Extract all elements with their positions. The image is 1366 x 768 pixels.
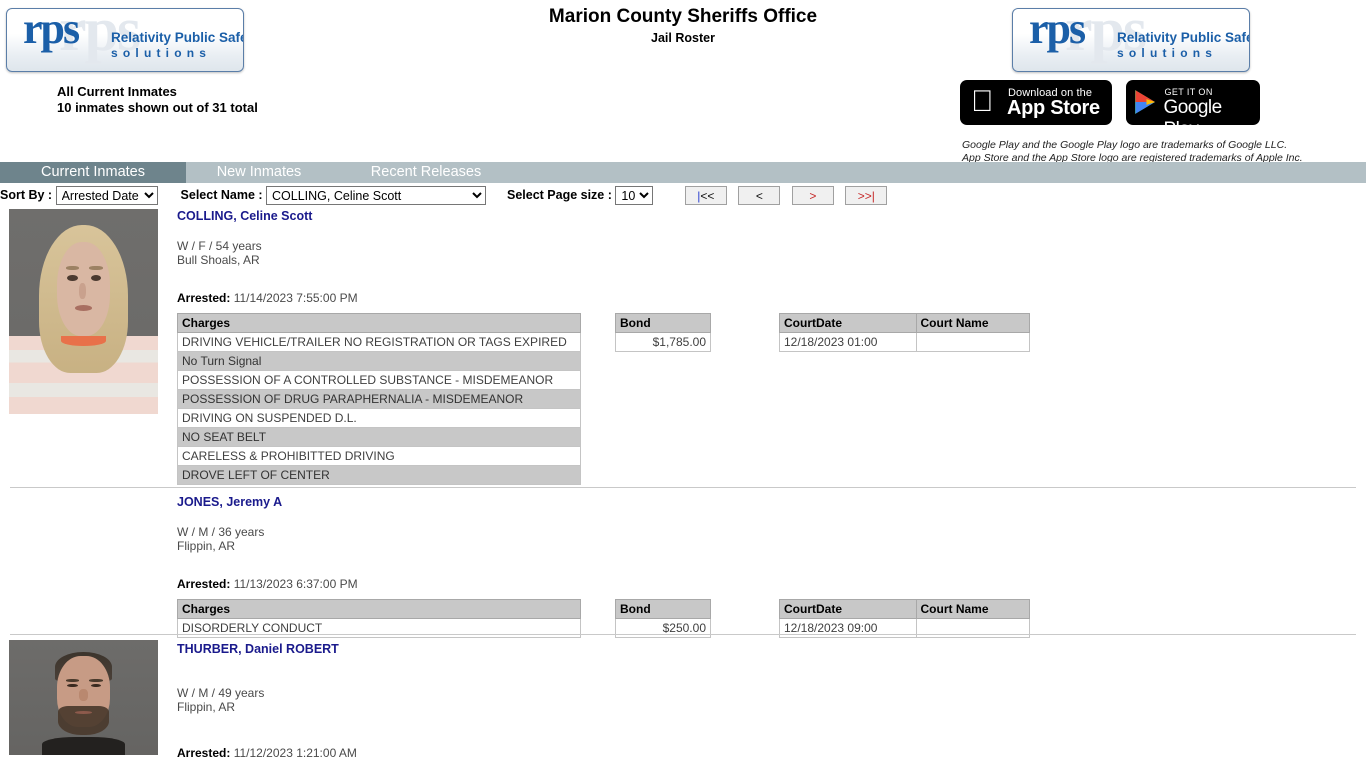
- court-table: CourtDate Court Name 12/18/2023 09:00: [779, 599, 1030, 638]
- courtdate-cell: 12/18/2023 01:00: [779, 332, 917, 352]
- inmate-name-link[interactable]: THURBER, Daniel ROBERT: [177, 642, 357, 656]
- courtname-header: Court Name: [915, 313, 1030, 333]
- inmate-record: COLLING, Celine Scott W / F / 54 years B…: [0, 205, 1366, 489]
- inmate-arrested: Arrested: 11/14/2023 7:55:00 PM: [177, 291, 358, 305]
- arrested-value: 11/12/2023 1:21:00 AM: [233, 746, 357, 760]
- courtname-cell: [915, 332, 1030, 352]
- charge-cell: NO SEAT BELT: [177, 427, 581, 447]
- inmate-arrested: Arrested: 11/12/2023 1:21:00 AM: [177, 746, 357, 760]
- inmate-race-sex-age: W / F / 54 years: [177, 239, 262, 253]
- charges-table: Charges DRIVING VEHICLE/TRAILER NO REGIS…: [177, 313, 581, 485]
- tab-current-inmates[interactable]: Current Inmates: [0, 162, 186, 183]
- tab-recent-releases[interactable]: Recent Releases: [346, 162, 506, 183]
- inmate-city: Bull Shoals, AR: [177, 253, 260, 267]
- app-store-badge[interactable]:  Download on the App Store: [960, 80, 1112, 125]
- inmate-city: Flippin, AR: [177, 700, 236, 714]
- table-row: No Turn Signal: [177, 351, 581, 371]
- charge-cell: DRIVING VEHICLE/TRAILER NO REGISTRATION …: [177, 332, 581, 352]
- bond-cell: $1,785.00: [615, 332, 711, 352]
- trademark-line-1: Google Play and the Google Play logo are…: [962, 139, 1288, 151]
- charge-cell: DROVE LEFT OF CENTER: [177, 465, 581, 485]
- app-store-badge-large-text: App Store: [1007, 97, 1100, 119]
- first-page-button[interactable]: |<<: [684, 186, 727, 205]
- inmate-mugshot: [9, 640, 158, 755]
- trademark-notice: Google Play and the Google Play logo are…: [962, 139, 1303, 164]
- inmate-demographics: W / M / 36 years Flippin, AR: [177, 525, 358, 553]
- rps-logo-tagline-1-right: Relativity Public Safety: [1117, 30, 1249, 45]
- courtdate-header: CourtDate: [779, 599, 917, 619]
- select-name-label: Select Name :: [180, 187, 263, 202]
- table-row: CARELESS & PROHIBITTED DRIVING: [177, 446, 581, 466]
- inmate-race-sex-age: W / M / 36 years: [177, 525, 265, 539]
- rps-logo-right: rps rps Relativity Public Safety solutio…: [1012, 8, 1250, 72]
- inmate-demographics: W / M / 49 years Flippin, AR: [177, 686, 357, 714]
- next-page-button[interactable]: >: [791, 186, 834, 205]
- inmate-name-link[interactable]: JONES, Jeremy A: [177, 495, 358, 509]
- table-row: DROVE LEFT OF CENTER: [177, 465, 581, 485]
- bond-header: Bond: [615, 313, 711, 333]
- tab-new-inmates[interactable]: New Inmates: [186, 162, 332, 183]
- google-play-badge-small-text: GET IT ON: [1164, 87, 1213, 97]
- charge-cell: POSSESSION OF DRUG PARAPHERNALIA - MISDE…: [177, 389, 581, 409]
- roster-summary-line-1: All Current Inmates: [57, 84, 177, 99]
- google-play-badge-large-text: Google Play: [1163, 97, 1222, 140]
- courtname-header: Court Name: [915, 599, 1030, 619]
- mugshot-photo: [9, 640, 158, 755]
- charges-header: Charges: [177, 313, 581, 333]
- sort-by-label: Sort By :: [0, 187, 53, 202]
- page-size-select[interactable]: 10: [615, 186, 654, 205]
- google-play-badge[interactable]: GET IT ON Google Play: [1126, 80, 1261, 140]
- filter-toolbar: Sort By : Arrested Date Select Name : CO…: [0, 183, 1366, 205]
- inmate-record: THURBER, Daniel ROBERT W / M / 49 years …: [0, 635, 1366, 760]
- inmate-arrested: Arrested: 11/13/2023 6:37:00 PM: [177, 577, 358, 591]
- rps-logo-tagline-2-right: solutions: [1117, 46, 1218, 60]
- record-divider: [10, 487, 1356, 488]
- arrested-label: Arrested:: [177, 291, 231, 305]
- prev-page-button[interactable]: <: [738, 186, 781, 205]
- arrested-value: 11/13/2023 6:37:00 PM: [233, 577, 358, 591]
- table-row: NO SEAT BELT: [177, 427, 581, 447]
- arrested-label: Arrested:: [177, 746, 231, 760]
- tab-bar: Current Inmates New Inmates Recent Relea…: [0, 162, 1366, 183]
- charges-table: Charges DISORDERLY CONDUCT: [177, 599, 581, 638]
- sort-by-select[interactable]: Arrested Date: [55, 186, 158, 205]
- roster-summary-line-2: 10 inmates shown out of 31 total: [57, 100, 258, 115]
- inmate-name-link[interactable]: COLLING, Celine Scott: [177, 209, 358, 223]
- mugshot-photo: [9, 209, 158, 414]
- bond-table: Bond $1,785.00: [615, 313, 711, 352]
- bond-header: Bond: [615, 599, 711, 619]
- inmate-race-sex-age: W / M / 49 years: [177, 686, 265, 700]
- inmate-mugshot: [9, 209, 158, 414]
- inmate-list: COLLING, Celine Scott W / F / 54 years B…: [0, 205, 1366, 760]
- app-store-badges:  Download on the App Store GET IT ON Go…: [960, 80, 1261, 140]
- charge-cell: DRIVING ON SUSPENDED D.L.: [177, 408, 581, 428]
- page-header: rps rps Relativity Public Safety solutio…: [0, 0, 1366, 164]
- page-size-label: Select Page size :: [506, 187, 612, 202]
- bond-table: Bond $250.00: [615, 599, 711, 638]
- charge-cell: No Turn Signal: [177, 351, 581, 371]
- court-table: CourtDate Court Name 12/18/2023 01:00: [779, 313, 1030, 352]
- rps-logo-tagline-2: solutions: [111, 46, 212, 60]
- last-page-button[interactable]: >>|: [845, 186, 888, 205]
- courtdate-header: CourtDate: [779, 313, 917, 333]
- table-row: POSSESSION OF DRUG PARAPHERNALIA - MISDE…: [177, 389, 581, 409]
- arrested-value: 11/14/2023 7:55:00 PM: [233, 291, 358, 305]
- select-name-dropdown[interactable]: COLLING, Celine Scott: [266, 186, 487, 205]
- apple-icon: : [971, 85, 994, 118]
- arrested-label: Arrested:: [177, 577, 231, 591]
- table-row: $1,785.00: [615, 332, 711, 352]
- inmate-city: Flippin, AR: [177, 539, 236, 553]
- charge-cell: CARELESS & PROHIBITTED DRIVING: [177, 446, 581, 466]
- roster-summary: All Current Inmates 10 inmates shown out…: [57, 84, 258, 116]
- table-row: DRIVING VEHICLE/TRAILER NO REGISTRATION …: [177, 332, 581, 352]
- table-row: 12/18/2023 01:00: [779, 332, 1030, 352]
- charges-header: Charges: [177, 599, 581, 619]
- table-row: POSSESSION OF A CONTROLLED SUBSTANCE - M…: [177, 370, 581, 390]
- charge-cell: POSSESSION OF A CONTROLLED SUBSTANCE - M…: [177, 370, 581, 390]
- table-row: DRIVING ON SUSPENDED D.L.: [177, 408, 581, 428]
- inmate-record: JONES, Jeremy A W / M / 36 years Flippin…: [0, 489, 1366, 638]
- rps-logo-mark-right: rps: [1029, 8, 1086, 53]
- inmate-demographics: W / F / 54 years Bull Shoals, AR: [177, 239, 358, 267]
